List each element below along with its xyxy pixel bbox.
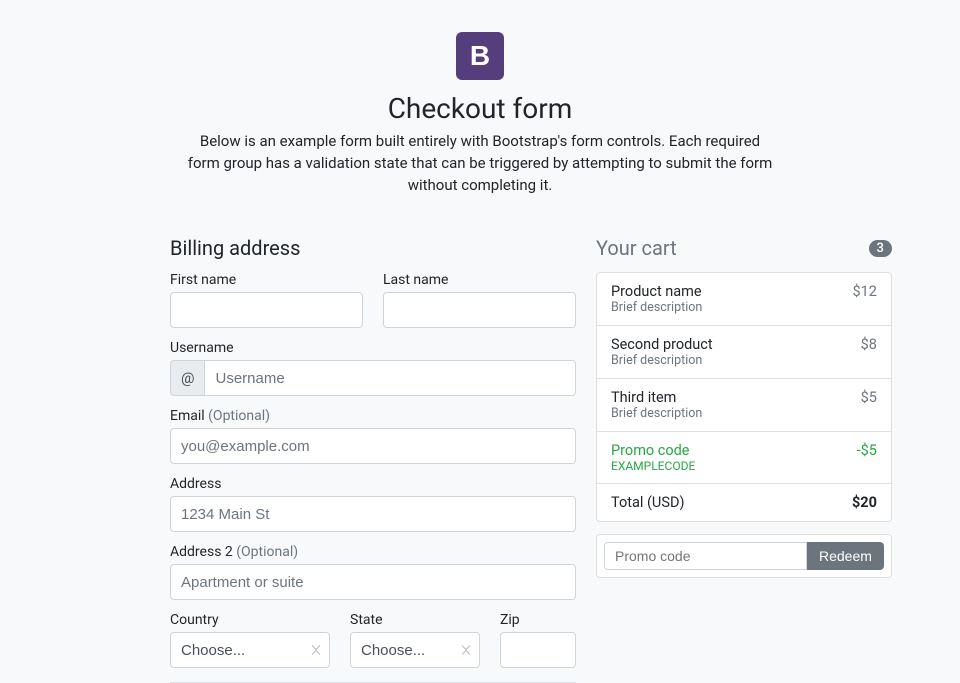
cart-item: Second product Brief description $8 [597,326,891,379]
cart-item-price: $8 [861,336,877,353]
first-name-input[interactable] [170,292,363,328]
cart-promo-code: EXAMPLECODE [611,459,695,473]
cart-item: Product name Brief description $12 [597,273,891,326]
email-input[interactable] [170,428,576,464]
zip-input[interactable] [500,632,576,668]
username-prefix: @ [170,360,204,396]
bootstrap-logo: B [456,32,504,80]
page-header: B Checkout form Below is an example form… [160,32,800,196]
cart-item-name: Product name [611,283,702,300]
email-label: Email (Optional) [170,408,576,424]
country-label: Country [170,612,330,628]
cart-item-desc: Brief description [611,300,702,315]
cart-list: Product name Brief description $12 Secon… [596,272,892,522]
cart-item: Third item Brief description $5 [597,379,891,432]
redeem-button[interactable]: Redeem [807,542,884,570]
promo-code-input[interactable] [604,542,807,570]
cart-promo-name: Promo code [611,442,695,459]
cart-title: Your cart [596,236,677,260]
page-lead: Below is an example form built entirely … [185,131,775,196]
address2-input[interactable] [170,564,576,600]
page-title: Checkout form [160,92,800,125]
username-input[interactable] [204,360,576,396]
country-select[interactable]: Choose... [170,632,330,668]
state-label: State [350,612,480,628]
last-name-label: Last name [383,272,576,288]
cart-count-badge: 3 [869,240,892,257]
state-select[interactable]: Choose... [350,632,480,668]
billing-section-title: Billing address [170,236,576,260]
cart-item-price: $5 [861,389,877,406]
username-label: Username [170,340,576,356]
cart-item-name: Second product [611,336,713,353]
cart-item-desc: Brief description [611,406,702,421]
address-input[interactable] [170,496,576,532]
first-name-label: First name [170,272,363,288]
cart-total: Total (USD) $20 [597,484,891,521]
promo-form: Redeem [596,534,892,578]
cart-item-desc: Brief description [611,353,713,368]
cart-promo-amount: -$5 [857,442,877,459]
cart-total-label: Total (USD) [611,494,685,511]
cart-promo: Promo code EXAMPLECODE -$5 [597,432,891,484]
cart-item-price: $12 [852,283,876,300]
cart-total-amount: $20 [852,494,877,511]
address2-label: Address 2 (Optional) [170,544,576,560]
zip-label: Zip [500,612,576,628]
last-name-input[interactable] [383,292,576,328]
address-label: Address [170,476,576,492]
cart-item-name: Third item [611,389,702,406]
